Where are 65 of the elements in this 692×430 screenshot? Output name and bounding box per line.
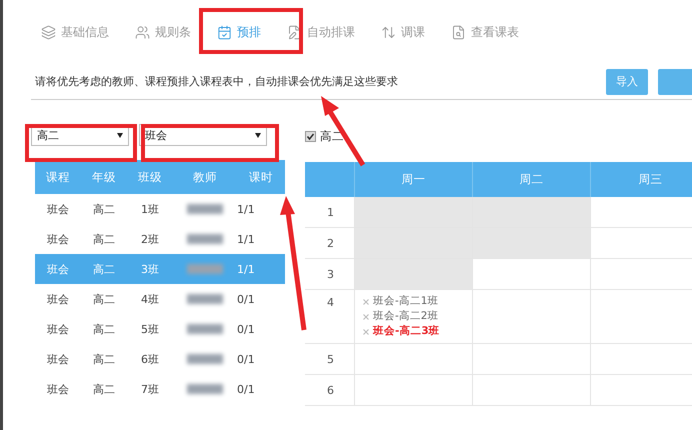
blurred-name (187, 264, 223, 274)
blurred-name (187, 384, 223, 394)
table-cell[interactable]: 0/1 (237, 284, 285, 314)
timetable-slot[interactable] (473, 375, 591, 406)
column-header: 课程 (35, 160, 81, 194)
column-header: 课时 (237, 160, 285, 194)
table-cell[interactable]: 高二 (81, 344, 127, 374)
table-cell[interactable]: 班会 (35, 224, 81, 254)
table-cell[interactable]: 高二 (81, 314, 127, 344)
remove-icon[interactable] (363, 314, 369, 320)
table-cell[interactable]: 1/1 (237, 194, 285, 224)
blurred-name (187, 294, 223, 304)
table-cell[interactable]: 0/1 (237, 374, 285, 404)
table-cell[interactable]: 高二 (81, 194, 127, 224)
dropdown-select[interactable]: 班会 (139, 124, 267, 146)
pointer-arrow (321, 96, 366, 166)
scheduled-class[interactable]: 班会-高二3班 (363, 324, 464, 339)
checkbox[interactable] (305, 130, 316, 142)
column-header: 教师 (173, 160, 237, 194)
scheduled-class[interactable]: 班会-高二2班 (363, 309, 464, 324)
blurred-name (187, 234, 223, 244)
table-cell[interactable]: 高二 (81, 284, 127, 314)
blocked-slot[interactable] (355, 259, 473, 290)
tab-icon (41, 24, 56, 40)
blurred-name (187, 324, 223, 334)
table-cell[interactable]: 1班 (127, 194, 173, 224)
timetable-slot[interactable] (473, 290, 591, 344)
day-header: 周一 (355, 162, 473, 197)
instruction-text: 请将优先考虑的教师、课程预排入课程表中，自动排课会优先满足这些要求 (35, 74, 398, 89)
table-cell[interactable]: 5班 (127, 314, 173, 344)
table-cell[interactable]: 班会 (35, 374, 81, 404)
table-cell[interactable]: 高二 (81, 224, 127, 254)
table-cell[interactable]: 6班 (127, 344, 173, 374)
table-cell[interactable]: 班会 (35, 284, 81, 314)
corner-header (305, 162, 355, 197)
table-cell[interactable]: 7班 (127, 374, 173, 404)
table-cell[interactable]: 2班 (127, 224, 173, 254)
table-cell[interactable]: 4班 (127, 284, 173, 314)
cut-off-button[interactable] (658, 68, 692, 94)
table-cell[interactable]: 1/1 (237, 224, 285, 254)
column-header: 年级 (81, 160, 127, 194)
tab-icon (135, 24, 150, 40)
remove-icon[interactable] (363, 298, 369, 304)
timetable-slot[interactable] (355, 344, 473, 375)
table-cell[interactable]: 班会 (35, 194, 81, 224)
table-cell[interactable]: 0/1 (237, 314, 285, 344)
column-header: 班级 (127, 160, 173, 194)
tab-icon (217, 24, 232, 40)
tab-icon (287, 24, 302, 40)
table-cell[interactable]: 班会 (35, 344, 81, 374)
table-cell[interactable]: 0/1 (237, 344, 285, 374)
scheduled-class[interactable]: 班会-高二1班 (363, 294, 464, 309)
day-header: 周二 (473, 162, 591, 197)
blurred-name (187, 204, 223, 214)
timetable-slot[interactable]: 班会-高二1班 班会-高二2班 班会-高二3班 (355, 290, 473, 344)
table-cell[interactable]: 高二 (81, 374, 127, 404)
day-header: 周三 (591, 162, 692, 197)
tab-icon (381, 24, 396, 40)
timetable-slot[interactable] (355, 375, 473, 406)
remove-icon[interactable] (363, 328, 369, 334)
timetable-slot[interactable] (473, 344, 591, 375)
timetable-slot[interactable] (473, 259, 591, 290)
tab-icon (451, 24, 466, 40)
blurred-name (187, 354, 223, 364)
table-cell[interactable]: 班会 (35, 314, 81, 344)
